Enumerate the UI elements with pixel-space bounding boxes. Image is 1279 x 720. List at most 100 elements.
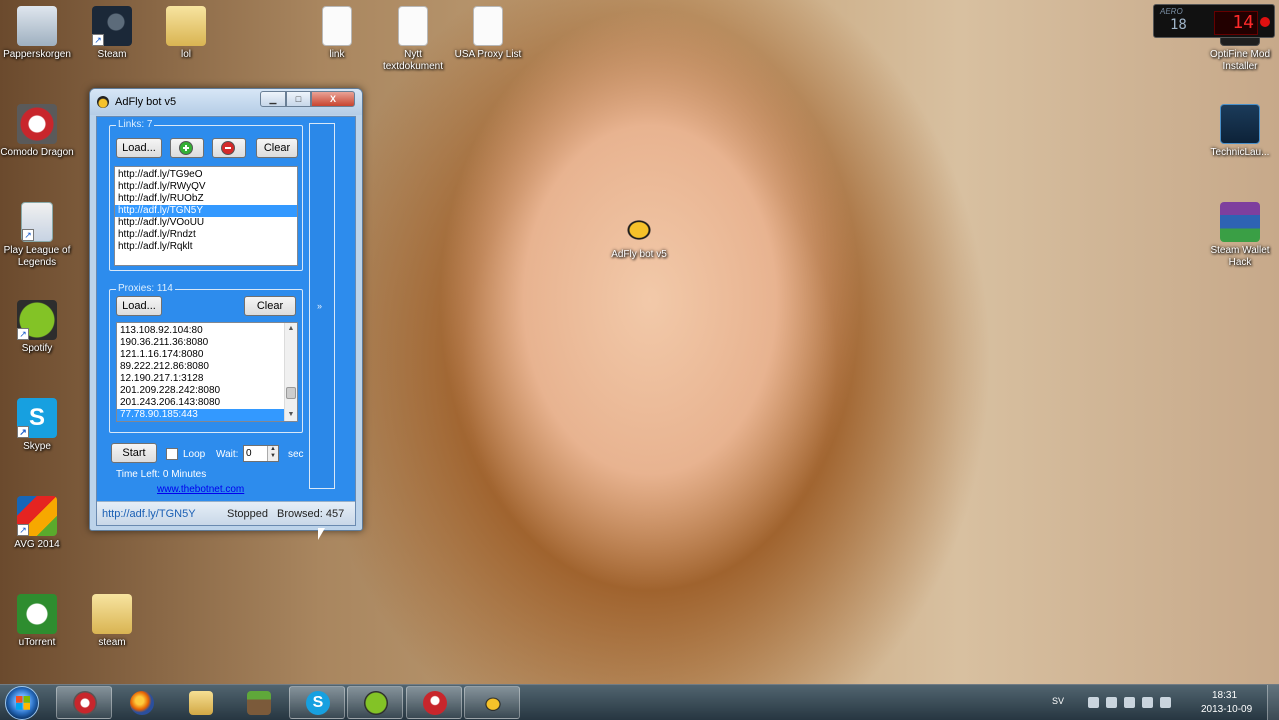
clock-time[interactable]: 18:31: [1212, 690, 1237, 701]
wait-value: 0: [246, 448, 252, 459]
wait-seconds-input[interactable]: 0 ▲ ▼: [243, 445, 279, 462]
list-item[interactable]: http://adf.ly/RUObZ: [115, 193, 297, 205]
maximize-button[interactable]: □: [286, 91, 311, 107]
comodo-dragon-icon: [17, 104, 57, 144]
minimize-button[interactable]: ▁: [260, 91, 286, 107]
taskbar-spotify[interactable]: [347, 686, 403, 719]
taskbar-comodo-dragon[interactable]: [56, 686, 112, 719]
scroll-thumb[interactable]: [286, 387, 296, 399]
links-load-button[interactable]: Load...: [116, 138, 162, 158]
list-item[interactable]: 113.108.92.104:80: [117, 325, 297, 337]
document-icon: [322, 6, 352, 46]
flag-icon[interactable]: [1106, 697, 1117, 708]
desktop-icon-steam[interactable]: ↗ Steam: [73, 6, 151, 61]
proxies-scrollbar[interactable]: ▲ ▼: [284, 323, 297, 421]
show-hidden-icons-icon[interactable]: [1088, 697, 1099, 708]
desktop-icon-adfly-bot[interactable]: AdFly bot v5: [600, 206, 678, 261]
list-item[interactable]: http://adf.ly/VOoUU: [115, 217, 297, 229]
list-item[interactable]: 121.1.16.174:8080: [117, 349, 297, 361]
fps-overlay-label: AERO: [1160, 7, 1183, 16]
taskbar-explorer[interactable]: [172, 686, 228, 719]
comodo-dragon-icon: [73, 691, 97, 715]
status-bar: http://adf.ly/TGN5Y Stopped Browsed: 457: [97, 501, 355, 525]
list-item[interactable]: 12.190.217.1:3128: [117, 373, 297, 385]
desktop-icon-steam-folder[interactable]: steam: [73, 594, 151, 649]
spotify-icon: [364, 691, 388, 715]
taskbar-skype[interactable]: S: [289, 686, 345, 719]
network-icon[interactable]: [1142, 697, 1153, 708]
taskbar-adfly-bot[interactable]: [464, 686, 520, 719]
desktop-icon-new-text-document[interactable]: Nytt textdokument: [374, 6, 452, 73]
language-indicator[interactable]: SV: [1052, 696, 1064, 706]
list-item-selected[interactable]: http://adf.ly/TGN5Y: [115, 205, 297, 217]
desktop-icon-utorrent[interactable]: uTorrent: [0, 594, 76, 649]
desktop-icon-skype[interactable]: S ↗ Skype: [0, 398, 76, 453]
desktop-icon-label: link: [329, 49, 345, 60]
list-item[interactable]: http://adf.ly/TG9eO: [115, 169, 297, 181]
desktop-icon-label: OptiFine Mod Installer: [1209, 49, 1271, 72]
taskbar-minecraft[interactable]: [230, 686, 286, 719]
time-left-text: Time Left: 0 Minutes: [116, 469, 207, 480]
sec-label: sec: [288, 449, 304, 460]
taskbar-firefox[interactable]: [113, 686, 169, 719]
links-group: Links: 7 Load... Clear http://adf.ly/TG9…: [109, 119, 303, 271]
minus-icon: [221, 141, 235, 155]
desktop-icon-steam-wallet-hack[interactable]: Steam Wallet Hack: [1201, 202, 1279, 269]
desktop-icon-usa-proxy-list[interactable]: USA Proxy List: [449, 6, 527, 61]
list-item[interactable]: 201.209.228.242:8080: [117, 385, 297, 397]
loop-checkbox[interactable]: [166, 448, 178, 460]
window-titlebar[interactable]: AdFly bot v5 ▁ □ X: [90, 89, 362, 115]
list-item[interactable]: 201.243.206.143:8080: [117, 397, 297, 409]
list-item[interactable]: http://adf.ly/Rqklt: [115, 241, 297, 253]
spinner-arrows-icon[interactable]: ▲ ▼: [267, 446, 278, 461]
volume-icon[interactable]: [1160, 697, 1171, 708]
proxies-listbox[interactable]: 113.108.92.104:80 190.36.211.36:8080 121…: [116, 322, 298, 422]
status-state: Stopped: [227, 508, 268, 520]
thebotnet-link[interactable]: www.thebotnet.com: [157, 484, 244, 495]
desktop-icon-label: Steam: [97, 49, 127, 60]
scroll-down-icon[interactable]: ▼: [285, 409, 297, 421]
add-link-button[interactable]: [170, 138, 204, 158]
desktop-icon-spotify[interactable]: ↗ Spotify: [0, 300, 76, 355]
desktop-icon-link[interactable]: link: [298, 6, 376, 61]
list-item-selected[interactable]: 77.78.90.185:443: [117, 409, 297, 421]
bee-app-icon: [97, 96, 109, 108]
taskbar-comodo-dragon-2[interactable]: [406, 686, 462, 719]
action-center-icon[interactable]: [1124, 697, 1135, 708]
desktop-icon-lol-folder[interactable]: lol: [147, 6, 225, 61]
desktop-icon-label: AVG 2014: [14, 539, 60, 550]
remove-link-button[interactable]: [212, 138, 246, 158]
status-current-url: http://adf.ly/TGN5Y: [102, 508, 196, 520]
scroll-up-icon[interactable]: ▲: [285, 323, 297, 335]
desktop-icon-label: TechnicLau...: [1210, 147, 1270, 158]
desktop-icon-avg[interactable]: ↗ AVG 2014: [0, 496, 76, 551]
minecraft-icon: [247, 691, 271, 715]
desktop-icon-technic-launcher[interactable]: TechnicLau...: [1201, 104, 1279, 159]
expand-arrow-icon[interactable]: »: [317, 301, 322, 311]
desktop-icon-recycle-bin[interactable]: Papperskorgen: [0, 6, 76, 61]
list-item[interactable]: http://adf.ly/RWyQV: [115, 181, 297, 193]
proxies-group: Proxies: 114 Load... Clear 113.108.92.10…: [109, 283, 303, 433]
proxies-load-button[interactable]: Load...: [116, 296, 162, 316]
record-indicator-icon: [1260, 17, 1270, 27]
desktop-icon-label: Skype: [23, 441, 51, 452]
start-button[interactable]: Start: [111, 443, 157, 463]
steam-icon: ↗: [92, 6, 132, 46]
proxies-clear-button[interactable]: Clear: [244, 296, 296, 316]
start-menu-button[interactable]: [5, 686, 39, 720]
links-listbox[interactable]: http://adf.ly/TG9eO http://adf.ly/RWyQV …: [114, 166, 298, 266]
desktop-icon-label: AdFly bot v5: [611, 249, 667, 260]
desktop-icon-label: steam: [98, 637, 126, 648]
show-desktop-button[interactable]: [1267, 685, 1279, 720]
dragon-icon: [423, 691, 447, 715]
list-item[interactable]: 190.36.211.36:8080: [117, 337, 297, 349]
list-item[interactable]: 89.222.212.86:8080: [117, 361, 297, 373]
folder-icon: [189, 691, 213, 715]
clock-date[interactable]: 2013-10-09: [1201, 704, 1252, 715]
links-clear-button[interactable]: Clear: [256, 138, 298, 158]
list-item[interactable]: http://adf.ly/Rndzt: [115, 229, 297, 241]
system-tray: SV 18:31 2013-10-09: [1048, 685, 1279, 720]
close-button[interactable]: X: [311, 91, 355, 107]
desktop-icon-comodo-dragon[interactable]: Comodo Dragon: [0, 104, 76, 159]
desktop-icon-league-of-legends[interactable]: ↗ Play League of Legends: [0, 202, 76, 269]
